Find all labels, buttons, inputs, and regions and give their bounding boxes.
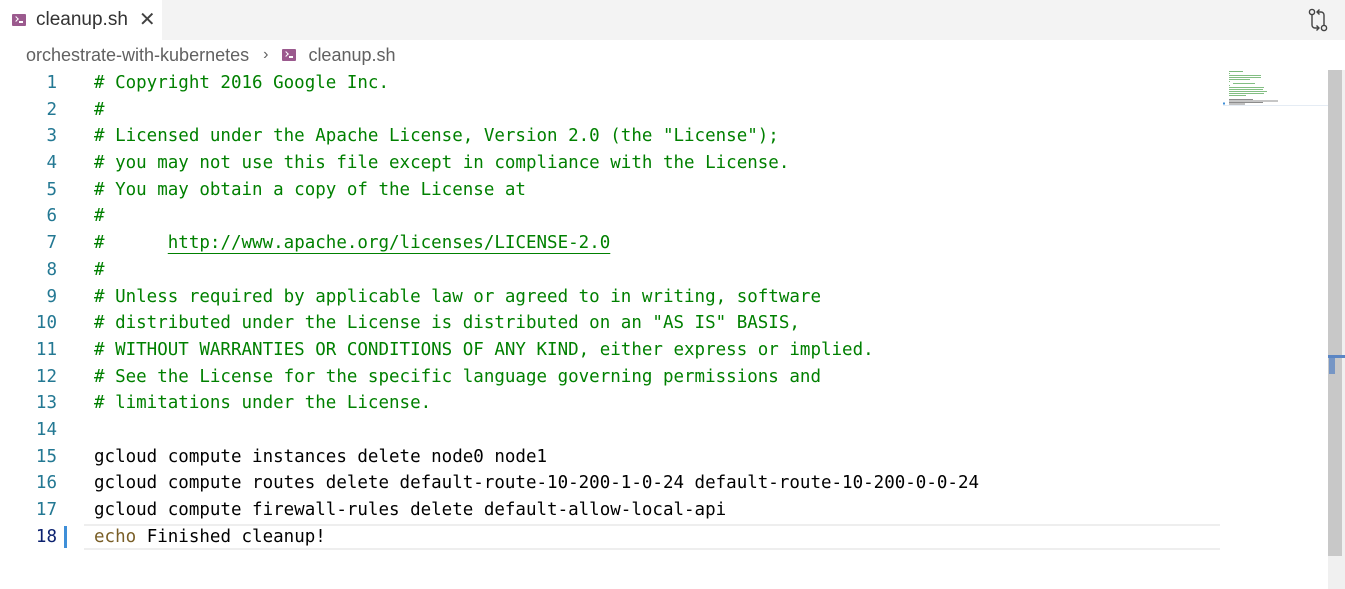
line-content: gcloud compute firewall-rules delete def… bbox=[94, 500, 727, 520]
echo-keyword: echo bbox=[94, 526, 137, 547]
line-number: 5 bbox=[46, 179, 57, 200]
line-number: 11 bbox=[35, 339, 57, 360]
code-line[interactable]: 16 gcloud compute routes delete default-r… bbox=[0, 470, 1320, 497]
tab-label: cleanup.sh bbox=[36, 9, 128, 30]
code-line[interactable]: 11 # WITHOUT WARRANTIES OR CONDITIONS OF … bbox=[0, 337, 1320, 364]
line-number: 3 bbox=[46, 126, 57, 147]
line-number: 12 bbox=[35, 366, 57, 387]
line-number: 4 bbox=[46, 153, 57, 174]
line-number: 17 bbox=[35, 500, 57, 520]
line-number: 6 bbox=[46, 206, 57, 227]
comment-prefix: # bbox=[94, 233, 168, 254]
line-number: 2 bbox=[46, 99, 57, 120]
gutter-change-marker bbox=[64, 525, 67, 548]
line-number: 16 bbox=[35, 473, 57, 494]
line-content: # Copyright 2016 Google Inc. bbox=[94, 73, 390, 93]
code-line[interactable]: 8 # bbox=[0, 257, 1320, 284]
line-content: # WITHOUT WARRANTIES OR CONDITIONS OF AN… bbox=[94, 339, 874, 360]
line-number: 1 bbox=[46, 73, 57, 93]
chevron-right-icon: › bbox=[263, 46, 269, 63]
vertical-scrollbar[interactable] bbox=[1328, 70, 1345, 589]
line-content: # distributed under the License is distr… bbox=[94, 313, 800, 334]
scrollbar-thumb[interactable] bbox=[1328, 70, 1342, 556]
line-number: 7 bbox=[46, 233, 57, 254]
code-line[interactable]: 17 gcloud compute firewall-rules delete d… bbox=[0, 497, 1320, 524]
minimap[interactable] bbox=[1223, 70, 1328, 106]
code-line[interactable]: 14 bbox=[0, 417, 1320, 444]
breadcrumb: orchestrate-with-kubernetes › cleanup.sh bbox=[26, 44, 396, 66]
breadcrumb-folder[interactable]: orchestrate-with-kubernetes bbox=[26, 45, 249, 66]
echo-argument: Finished cleanup! bbox=[136, 526, 326, 547]
line-number: 13 bbox=[35, 393, 57, 414]
line-number: 8 bbox=[46, 259, 57, 280]
breadcrumb-file[interactable]: cleanup.sh bbox=[308, 45, 395, 66]
line-number: 18 bbox=[35, 526, 57, 547]
code-line[interactable]: 4 # you may not use this file except in c… bbox=[0, 150, 1320, 177]
line-content: # bbox=[94, 259, 105, 280]
code-line[interactable]: 3 # Licensed under the Apache License, Ve… bbox=[0, 123, 1320, 150]
line-content: # http://www.apache.org/licenses/LICENSE… bbox=[94, 230, 610, 257]
line-number: 10 bbox=[35, 313, 57, 334]
line-content: gcloud compute routes delete default-rou… bbox=[94, 473, 980, 494]
open-changes-icon[interactable] bbox=[1305, 7, 1331, 33]
line-content: # bbox=[94, 99, 105, 120]
code-line[interactable]: 2 # bbox=[0, 97, 1320, 124]
code-line[interactable]: 9 # Unless required by applicable law or … bbox=[0, 284, 1320, 311]
line-content: gcloud compute instances delete node0 no… bbox=[94, 446, 548, 467]
line-number: 15 bbox=[35, 446, 57, 467]
code-line[interactable]: 18 echo Finished cleanup! bbox=[0, 523, 1320, 551]
shell-script-icon bbox=[282, 49, 297, 61]
shell-script-icon bbox=[12, 14, 26, 26]
line-content: echo Finished cleanup! bbox=[94, 524, 326, 551]
line-number: 14 bbox=[35, 419, 57, 440]
line-content: # you may not use this file except in co… bbox=[94, 153, 790, 174]
code-area[interactable]: 1 # Copyright 2016 Google Inc. 2 #3 # Licens… bbox=[0, 70, 1320, 550]
line-content: # You may obtain a copy of the License a… bbox=[94, 179, 526, 200]
tab-bar: cleanup.sh ✕ bbox=[0, 0, 1345, 40]
code-line[interactable]: 7 # http://www.apache.org/licenses/LICENS… bbox=[0, 230, 1320, 257]
line-content: # Licensed under the Apache License, Ver… bbox=[94, 126, 779, 147]
license-link[interactable]: http://www.apache.org/licenses/LICENSE-2… bbox=[168, 233, 611, 253]
line-content: # See the License for the specific langu… bbox=[94, 366, 821, 387]
code-line[interactable]: 13 # limitations under the License. bbox=[0, 390, 1320, 417]
code-line[interactable]: 5 # You may obtain a copy of the License … bbox=[0, 177, 1320, 204]
line-content: # limitations under the License. bbox=[94, 393, 432, 414]
change-marker bbox=[1329, 358, 1335, 374]
code-line[interactable]: 15 gcloud compute instances delete node0 … bbox=[0, 444, 1320, 471]
close-icon[interactable]: ✕ bbox=[139, 10, 156, 30]
line-content: # Unless required by applicable law or a… bbox=[94, 286, 821, 307]
code-line[interactable]: 12 # See the License for the specific lan… bbox=[0, 364, 1320, 391]
code-editor: cleanup.sh ✕ orchestrate-with-kubernetes… bbox=[0, 0, 1345, 589]
code-line[interactable]: 1 # Copyright 2016 Google Inc. bbox=[0, 70, 1320, 97]
tab-cleanup-sh[interactable]: cleanup.sh ✕ bbox=[0, 0, 162, 40]
code-line[interactable]: 6 # bbox=[0, 203, 1320, 230]
code-line[interactable]: 10 # distributed under the License is dis… bbox=[0, 310, 1320, 337]
line-number: 9 bbox=[46, 286, 57, 307]
line-content: # bbox=[94, 206, 105, 227]
